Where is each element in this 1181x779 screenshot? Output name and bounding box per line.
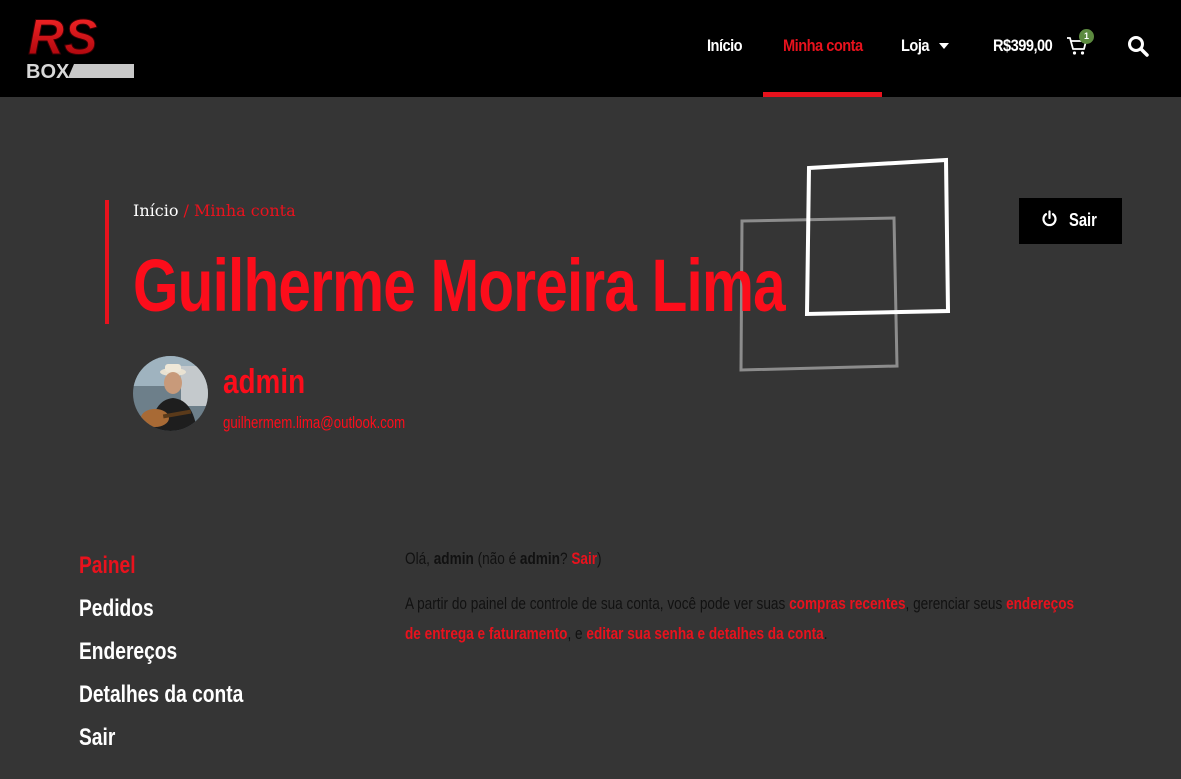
account-nav-pedidos[interactable]: Pedidos	[79, 594, 154, 624]
addresses-link-continued[interactable]: de entrega e faturamento	[405, 624, 567, 643]
hero-accent-bar	[105, 200, 109, 324]
power-icon	[1042, 210, 1057, 227]
account-nav-sair[interactable]: Sair	[79, 723, 115, 753]
nav-minha-conta[interactable]: Minha conta	[783, 34, 863, 58]
caret-down-icon[interactable]	[938, 42, 950, 50]
breadcrumb-home[interactable]: Início	[133, 201, 178, 220]
logo-box-text: BOX	[26, 61, 70, 80]
greeting-close: )	[597, 549, 602, 568]
greeting-text: Olá, admin (não é admin? Sair)	[405, 548, 602, 570]
intro-text-3: , e	[567, 624, 583, 643]
search-icon[interactable]	[1127, 35, 1149, 57]
account-nav-painel[interactable]: Painel	[79, 551, 136, 581]
logout-button-label: Sair	[1069, 210, 1097, 230]
breadcrumb: Início / Minha conta	[133, 200, 296, 222]
intro-text-4: .	[823, 624, 828, 643]
addresses-link[interactable]: endereços	[1006, 594, 1074, 613]
logo-rs-text: RS	[28, 12, 97, 65]
nav-active-underline	[763, 92, 882, 97]
greeting-user-again: admin	[519, 549, 560, 568]
intro-text-2: , gerenciar seus	[905, 594, 1003, 613]
breadcrumb-current: Minha conta	[194, 201, 296, 220]
logout-button[interactable]: Sair	[1019, 198, 1122, 244]
greeting-not-is: (não é	[477, 549, 517, 568]
page-title: Guilherme Moreira Lima	[133, 244, 786, 327]
account-nav-enderecos[interactable]: Endereços	[79, 637, 177, 667]
greeting-user: admin	[433, 549, 474, 568]
nav-loja[interactable]: Loja	[901, 34, 929, 58]
intro-text-1: A partir do painel de controle de sua co…	[405, 594, 786, 613]
greeting-hello: Olá,	[405, 549, 430, 568]
account-details-link[interactable]: editar sua senha e detalhes da conta	[586, 624, 823, 643]
breadcrumb-separator: /	[183, 201, 189, 220]
cart-total[interactable]: R$399,00	[993, 34, 1053, 58]
dashboard-intro-line-1: A partir do painel de controle de sua co…	[405, 593, 1074, 615]
greeting-question: ?	[559, 549, 568, 568]
cart-count-badge: 1	[1079, 29, 1094, 44]
avatar	[133, 356, 208, 431]
user-email: guilhermem.lima@outlook.com	[223, 413, 406, 432]
nav-inicio[interactable]: Início	[707, 34, 743, 58]
rsbox-logo[interactable]: RS BOX	[24, 12, 136, 80]
username: admin	[223, 363, 306, 401]
account-nav-detalhes[interactable]: Detalhes da conta	[79, 680, 243, 710]
dashboard-intro-line-2: de entrega e faturamento, e editar sua s…	[405, 623, 828, 645]
recent-orders-link[interactable]: compras recentes	[789, 594, 905, 613]
site-header: RS BOX Início Minha conta Loja R$399,00 …	[0, 0, 1181, 97]
greeting-logout-link[interactable]: Sair	[571, 549, 597, 568]
